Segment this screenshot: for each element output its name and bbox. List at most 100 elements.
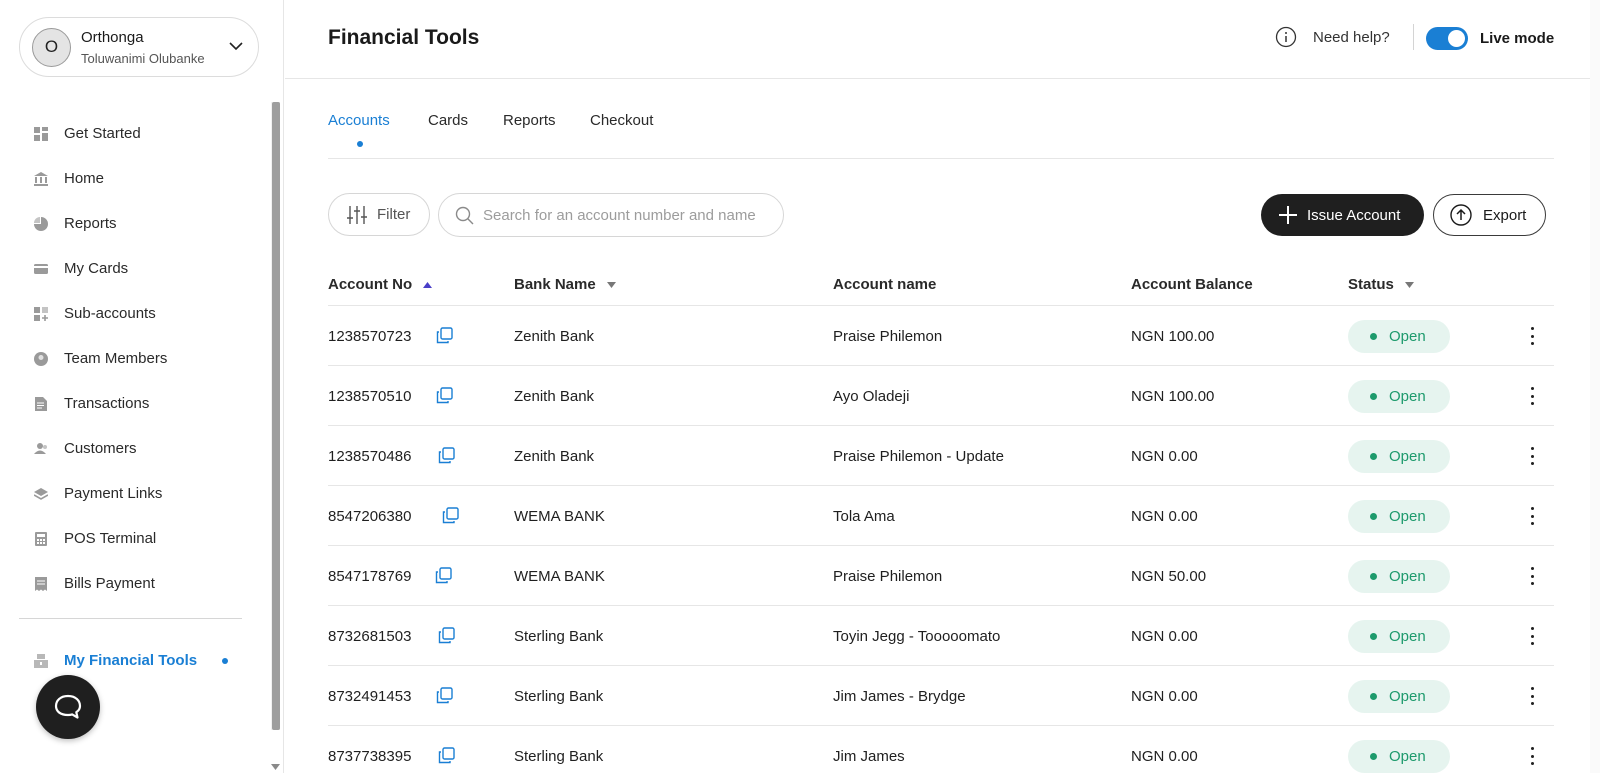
- row-more-options-icon[interactable]: [1526, 387, 1538, 405]
- sidebar-item-payment-links[interactable]: Payment Links: [0, 471, 270, 516]
- page-title: Financial Tools: [328, 26, 480, 49]
- bank-icon: [34, 171, 48, 186]
- copy-icon[interactable]: [436, 327, 453, 344]
- tab-label: Reports: [503, 112, 556, 129]
- sidebar-item-label: Get Started: [64, 125, 141, 142]
- column-header-status[interactable]: Status: [1348, 276, 1414, 293]
- search-box[interactable]: [438, 193, 784, 237]
- tab-checkout[interactable]: Checkout: [590, 112, 653, 129]
- filter-button[interactable]: Filter: [328, 193, 430, 236]
- info-icon: [1275, 26, 1297, 48]
- issue-account-button[interactable]: Issue Account: [1261, 194, 1424, 236]
- account-name: Jim James - Brydge: [833, 688, 966, 705]
- status-label: Open: [1389, 748, 1426, 765]
- chevron-down-icon[interactable]: [228, 38, 244, 54]
- account-number: 8732491453: [328, 688, 412, 705]
- copy-icon[interactable]: [442, 507, 459, 524]
- sidebar-item-home[interactable]: Home: [0, 156, 270, 201]
- column-header-label: Account name: [833, 276, 937, 293]
- sidebar-item-transactions[interactable]: Transactions: [0, 381, 270, 426]
- account-balance: NGN 0.00: [1131, 448, 1198, 465]
- sidebar-scrollbar-thumb[interactable]: [272, 102, 280, 730]
- scroll-down-arrow-icon[interactable]: [271, 762, 280, 771]
- active-indicator-dot: [222, 658, 228, 664]
- table-row: 1238570510 Zenith Bank Ayo Oladeji NGN 1…: [328, 366, 1554, 426]
- export-button[interactable]: Export: [1433, 194, 1546, 236]
- account-name: Tola Ama: [833, 508, 895, 525]
- copy-icon[interactable]: [438, 747, 455, 764]
- user-name: Toluwanimi Olubanke: [81, 50, 205, 66]
- upload-icon: [1450, 204, 1472, 226]
- account-number: 1238570510: [328, 388, 412, 405]
- tab-accounts[interactable]: Accounts: [328, 112, 390, 147]
- account-name: Praise Philemon: [833, 328, 943, 345]
- tab-label: Checkout: [590, 112, 654, 129]
- sidebar-item-label: Transactions: [64, 395, 150, 412]
- row-more-options-icon[interactable]: [1526, 447, 1538, 465]
- account-balance: NGN 0.00: [1131, 688, 1198, 705]
- sidebar-item-sub-accounts[interactable]: Sub-accounts: [0, 291, 270, 336]
- top-header: Financial Tools Need help? Live mode: [285, 0, 1600, 79]
- sidebar-item-reports[interactable]: Reports: [0, 201, 270, 246]
- row-more-options-icon[interactable]: [1526, 567, 1538, 585]
- search-input[interactable]: [483, 206, 773, 224]
- plus-icon: [1279, 206, 1297, 224]
- tab-cards[interactable]: Cards: [428, 112, 468, 129]
- sidebar-item-my-cards[interactable]: My Cards: [0, 246, 270, 291]
- status-badge: Open: [1348, 680, 1450, 713]
- account-switcher[interactable]: O Orthonga Toluwanimi Olubanke: [19, 17, 259, 77]
- account-info: Orthonga Toluwanimi Olubanke: [81, 29, 205, 66]
- sidebar-item-pos-terminal[interactable]: POS Terminal: [0, 516, 270, 561]
- sidebar-item-label: My Financial Tools: [64, 652, 198, 669]
- copy-icon[interactable]: [436, 387, 453, 404]
- copy-icon[interactable]: [435, 567, 452, 584]
- sort-descending-icon: [1404, 281, 1414, 288]
- sidebar-item-label: Customers: [64, 440, 137, 457]
- status-label: Open: [1389, 568, 1426, 585]
- column-header-account-no[interactable]: Account No: [328, 276, 433, 293]
- row-more-options-icon[interactable]: [1526, 747, 1538, 765]
- filter-sliders-icon: [347, 205, 367, 224]
- sidebar-item-customers[interactable]: Customers: [0, 426, 270, 471]
- status-dot: [1370, 693, 1377, 700]
- need-help-link[interactable]: Need help?: [1275, 26, 1390, 48]
- column-header-label: Account Balance: [1131, 276, 1253, 293]
- bank-name: Zenith Bank: [514, 328, 595, 345]
- table-row: 1238570723 Zenith Bank Praise Philemon N…: [328, 306, 1554, 366]
- status-label: Open: [1389, 688, 1426, 705]
- table-row: 1238570486 Zenith Bank Praise Philemon -…: [328, 426, 1554, 486]
- tab-reports[interactable]: Reports: [503, 112, 556, 129]
- live-mode-label: Live mode: [1480, 30, 1555, 47]
- tab-bar: Accounts Cards Reports Checkout: [328, 108, 1554, 159]
- business-name: Orthonga: [81, 28, 144, 46]
- sidebar-item-label: Reports: [64, 215, 117, 232]
- account-balance: NGN 100.00: [1131, 388, 1215, 405]
- need-help-label: Need help?: [1313, 28, 1390, 46]
- chat-support-button[interactable]: [36, 675, 100, 739]
- column-header-label: Account No: [328, 276, 413, 293]
- row-more-options-icon[interactable]: [1526, 627, 1538, 645]
- sidebar-item-team-members[interactable]: Team Members: [0, 336, 270, 381]
- status-badge: Open: [1348, 740, 1450, 773]
- status-dot: [1370, 573, 1377, 580]
- account-name: Praise Philemon: [833, 568, 943, 585]
- table-row: 8737738395 Sterling Bank Jim James NGN 0…: [328, 726, 1554, 773]
- copy-icon[interactable]: [436, 687, 453, 704]
- copy-icon[interactable]: [438, 447, 455, 464]
- status-dot: [1370, 393, 1377, 400]
- copy-icon[interactable]: [438, 627, 455, 644]
- live-mode-toggle[interactable]: [1426, 27, 1468, 50]
- sidebar-item-get-started[interactable]: Get Started: [0, 111, 270, 156]
- page-scrollbar[interactable]: [1590, 0, 1600, 773]
- row-more-options-icon[interactable]: [1526, 507, 1538, 525]
- search-icon: [455, 206, 474, 224]
- sidebar-divider: [19, 618, 242, 619]
- row-more-options-icon[interactable]: [1526, 687, 1538, 705]
- status-badge: Open: [1348, 500, 1450, 533]
- bank-name: Sterling Bank: [514, 748, 604, 765]
- sidebar-item-bills-payment[interactable]: Bills Payment: [0, 561, 270, 606]
- grid-icon: [34, 126, 48, 141]
- row-more-options-icon[interactable]: [1526, 327, 1538, 345]
- column-header-bank-name[interactable]: Bank Name: [514, 276, 616, 293]
- sidebar-item-my-financial-tools[interactable]: My Financial Tools: [0, 638, 240, 683]
